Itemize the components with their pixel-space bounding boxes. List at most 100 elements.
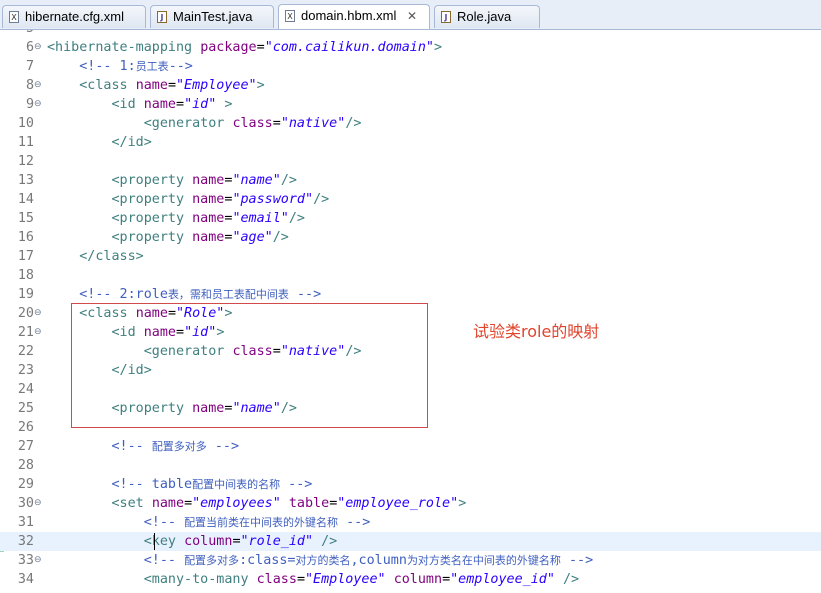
code-line[interactable]: 19 <!-- 2:role表，需和员工表配中间表 --> xyxy=(0,285,821,304)
fold-toggle-icon[interactable]: ⊖ xyxy=(34,304,42,323)
code-token: /> xyxy=(313,192,330,207)
code-token: "Employee" xyxy=(305,572,386,587)
tab-role-java[interactable]: J Role.java xyxy=(434,5,540,28)
line-number: 8 xyxy=(25,78,34,93)
fold-toggle-icon[interactable]: ⊖ xyxy=(34,323,42,342)
fold-toggle-icon[interactable]: ⊖ xyxy=(34,38,42,57)
code-line[interactable]: 14 <property name="password"/> xyxy=(0,190,821,209)
line-number: 11 xyxy=(17,135,34,150)
code-line[interactable]: 9 ⊖ <id name="id" > xyxy=(0,95,821,114)
code-line[interactable]: 11 </id> xyxy=(0,133,821,152)
fold-toggle-icon[interactable]: ⊖ xyxy=(34,494,42,513)
tab-domain-hbm-xml[interactable]: X domain.hbm.xml ✕ xyxy=(278,4,430,29)
code-token: "role_id" xyxy=(240,534,314,549)
code-line[interactable]: 10 <generator class="native"/> xyxy=(0,114,821,133)
line-number: 21 xyxy=(17,325,34,340)
code-line[interactable]: 28 xyxy=(0,456,821,475)
java-file-icon: J xyxy=(157,11,167,23)
line-number: 13 xyxy=(17,173,34,188)
code-text: <id name="id" > xyxy=(47,95,233,114)
line-number: 14 xyxy=(17,192,34,207)
code-text: <set name="employees" table="employee_ro… xyxy=(47,494,467,513)
tab-maintest-java[interactable]: J MainTest.java xyxy=(150,5,274,28)
code-line[interactable]: 15 <property name="email"/> xyxy=(0,209,821,228)
code-token: column xyxy=(184,534,233,549)
code-line[interactable]: 12 xyxy=(0,152,821,171)
code-token: 为对方类名在中间表的外键名称 xyxy=(406,554,561,567)
code-text: <property name="age"/> xyxy=(47,228,289,247)
code-token: <many-to-many xyxy=(143,572,257,587)
code-token: --> xyxy=(338,515,371,530)
code-text: <hibernate-mapping package="com.cailikun… xyxy=(47,38,442,57)
code-text: <!-- table配置中间表的名称 --> xyxy=(47,475,313,494)
code-token: <!-- 2:role xyxy=(79,287,168,302)
code-line[interactable]: 31 <!-- 配置当前类在中间表的外键名称 --> xyxy=(0,513,821,532)
line-number: 27 xyxy=(17,439,34,454)
code-line[interactable]: 13 <property name="name"/> xyxy=(0,171,821,190)
code-line[interactable]: 34 <many-to-many class="Employee" column… xyxy=(0,570,821,589)
code-token: = xyxy=(256,40,265,55)
code-text: <!-- 配置多对多 --> xyxy=(47,437,240,456)
close-icon[interactable]: ✕ xyxy=(407,5,417,27)
line-number: 15 xyxy=(17,211,34,226)
code-text: <!-- 配置多对多:class=对方的类名,column为对方类名在中间表的外… xyxy=(47,551,593,570)
code-token: /> xyxy=(554,572,580,587)
code-token: "employee_role" xyxy=(337,496,459,511)
code-token: /> xyxy=(272,230,289,245)
code-token: <id xyxy=(111,97,144,112)
fold-toggle-icon[interactable]: ⊖ xyxy=(34,551,42,570)
code-token: = xyxy=(272,116,281,131)
code-line[interactable]: 18 xyxy=(0,266,821,285)
code-token: class xyxy=(256,572,297,587)
code-token: --> xyxy=(206,439,240,454)
editor-tab-bar: X hibernate.cfg.xml J MainTest.java X do… xyxy=(0,0,821,30)
code-token: <generator xyxy=(143,116,233,131)
code-line[interactable]: 27 <!-- 配置多对多 --> xyxy=(0,437,821,456)
code-token: "id" xyxy=(184,97,217,112)
tab-hibernate-cfg-xml[interactable]: X hibernate.cfg.xml xyxy=(2,5,146,28)
line-number: 31 xyxy=(17,515,34,530)
code-token: class xyxy=(232,116,273,131)
code-token: --> xyxy=(288,287,322,302)
code-token: package xyxy=(200,40,257,55)
code-line[interactable]: 7 <!-- 1:员工表--> xyxy=(0,57,821,76)
code-token: 配置多对多 xyxy=(151,440,207,453)
code-line[interactable]: 17 </class> xyxy=(0,247,821,266)
code-token: = xyxy=(176,97,185,112)
code-text: </class> xyxy=(47,247,144,266)
code-text: <!-- 配置当前类在中间表的外键名称 --> xyxy=(47,513,371,532)
code-text: <many-to-many class="Employee" column="e… xyxy=(47,570,579,589)
code-token: > xyxy=(458,496,467,511)
code-line[interactable]: 29 <!-- table配置中间表的名称 --> xyxy=(0,475,821,494)
xml-file-icon: X xyxy=(285,10,295,22)
code-token: = xyxy=(232,534,241,549)
code-line[interactable]: 6 ⊖ <hibernate-mapping package="com.cailik… xyxy=(0,38,821,57)
line-number: 5 xyxy=(0,30,34,38)
line-number: 17 xyxy=(17,249,34,264)
code-line[interactable]: 5 xyxy=(0,30,821,38)
code-line[interactable]: 30 ⊖ <set name="employees" table="employe… xyxy=(0,494,821,513)
code-token: "Employee" xyxy=(176,78,257,93)
code-line[interactable]: 32 <key column="role_id" /> xyxy=(0,532,821,551)
code-token: </class> xyxy=(79,249,144,264)
code-line[interactable]: 8 ⊖ <class name="Employee"> xyxy=(0,76,821,95)
line-number: 24 xyxy=(17,382,34,397)
fold-toggle-icon[interactable]: ⊖ xyxy=(34,76,42,95)
code-token: = xyxy=(167,78,176,93)
fold-toggle-icon[interactable]: ⊖ xyxy=(34,95,42,114)
line-number: 6 xyxy=(25,40,34,55)
code-line[interactable]: 33 ⊖ <!-- 配置多对多:class=对方的类名,column为对方类名在中… xyxy=(0,551,821,570)
code-token: /> xyxy=(313,534,338,549)
code-line[interactable]: 16 <property name="age"/> xyxy=(0,228,821,247)
line-number: 34 xyxy=(17,572,34,587)
code-token: <!-- 1: xyxy=(79,59,136,74)
